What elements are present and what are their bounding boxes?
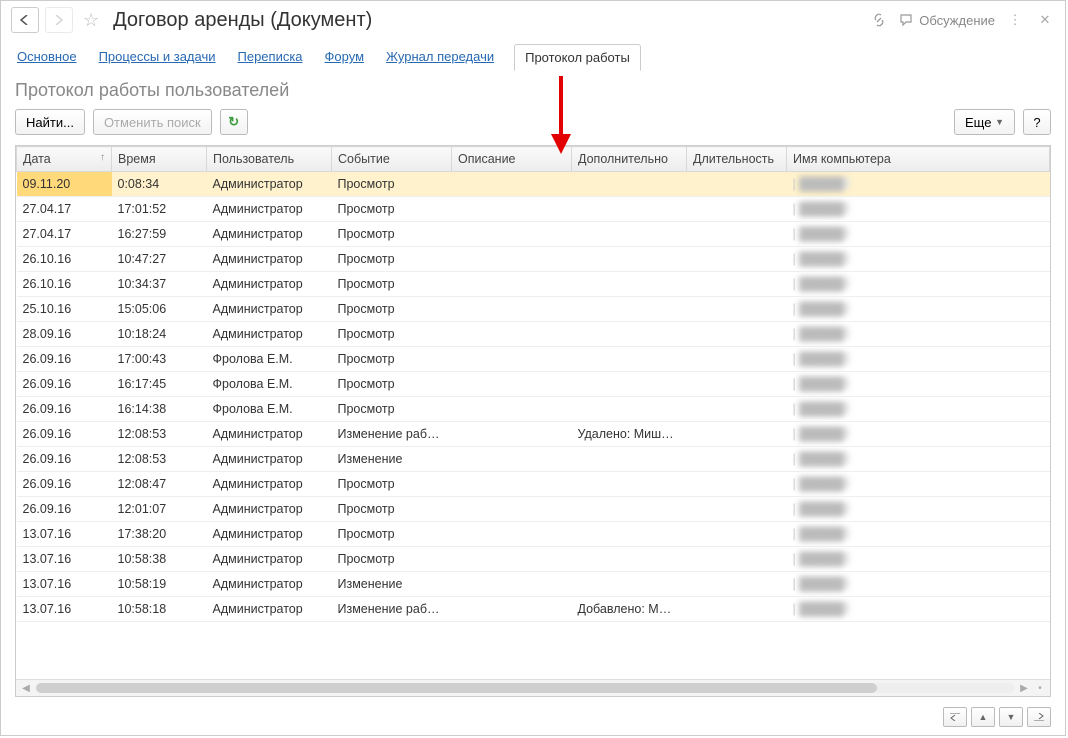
computer-name-redacted: █████ (799, 277, 849, 289)
log-table: Дата↑ Время Пользователь Событие Описани… (16, 146, 1050, 622)
col-dur[interactable]: Длительность (687, 147, 787, 172)
favorite-star-icon[interactable]: ☆ (83, 10, 99, 31)
table-row[interactable]: 26.09.1612:01:07АдминистраторПросмотр| █… (17, 497, 1050, 522)
computer-name-redacted: █████ (799, 527, 849, 539)
help-button[interactable]: ? (1023, 109, 1051, 135)
table-row[interactable]: 26.09.1617:00:43Фролова Е.М.Просмотр| ██… (17, 347, 1050, 372)
col-desc[interactable]: Описание (452, 147, 572, 172)
table-row[interactable]: 27.04.1717:01:52АдминистраторПросмотр| █… (17, 197, 1050, 222)
tab-bar: Основное Процессы и задачи Переписка Фор… (1, 39, 1065, 70)
discuss-button[interactable]: Обсуждение (899, 13, 995, 28)
computer-name-redacted: █████ (799, 577, 849, 589)
computer-name-redacted: █████ (799, 452, 849, 464)
col-extra[interactable]: Дополнительно (572, 147, 687, 172)
chevron-down-icon: ▼ (995, 117, 1004, 127)
h-scrollbar[interactable]: ◀ ▶ • (16, 679, 1050, 696)
computer-name-redacted: █████ (799, 252, 849, 264)
tab-main[interactable]: Основное (15, 43, 79, 70)
cancel-search-button[interactable]: Отменить поиск (93, 109, 212, 135)
refresh-icon: ↻ (228, 114, 239, 130)
page-down-button[interactable]: ▼ (999, 707, 1023, 727)
computer-name-redacted: █████ (799, 302, 849, 314)
page-first-button[interactable] (943, 707, 967, 727)
more-button[interactable]: Еще ▼ (954, 109, 1015, 135)
table-row[interactable]: 27.04.1716:27:59АдминистраторПросмотр| █… (17, 222, 1050, 247)
computer-name-redacted: █████ (799, 352, 849, 364)
computer-name-redacted: █████ (799, 602, 849, 614)
computer-name-redacted: █████ (799, 402, 849, 414)
table-row[interactable]: 26.10.1610:34:37АдминистраторПросмотр| █… (17, 272, 1050, 297)
col-time[interactable]: Время (112, 147, 207, 172)
computer-name-redacted: █████ (799, 202, 849, 214)
scroll-dot-icon: • (1034, 683, 1046, 694)
sort-asc-icon: ↑ (100, 152, 105, 163)
col-event[interactable]: Событие (332, 147, 452, 172)
table-row[interactable]: 26.09.1612:08:53АдминистраторИзменение| … (17, 447, 1050, 472)
computer-name-redacted: █████ (799, 477, 849, 489)
col-user[interactable]: Пользователь (207, 147, 332, 172)
computer-name-redacted: █████ (799, 502, 849, 514)
tab-correspondence[interactable]: Переписка (236, 43, 305, 70)
table-row[interactable]: 13.07.1610:58:19АдминистраторИзменение| … (17, 572, 1050, 597)
computer-name-redacted: █████ (799, 427, 849, 439)
table-row[interactable]: 26.09.1616:14:38Фролова Е.М.Просмотр| ██… (17, 397, 1050, 422)
link-icon[interactable] (869, 10, 889, 30)
tab-protocol[interactable]: Протокол работы (514, 44, 641, 71)
table-row[interactable]: 13.07.1610:58:38АдминистраторПросмотр| █… (17, 547, 1050, 572)
scroll-left-icon[interactable]: ◀ (20, 683, 32, 694)
tab-journal[interactable]: Журнал передачи (384, 43, 496, 70)
table-row[interactable]: 13.07.1610:58:18АдминистраторИзменение р… (17, 597, 1050, 622)
computer-name-redacted: █████ (799, 227, 849, 239)
computer-name-redacted: █████ (799, 327, 849, 339)
tab-forum[interactable]: Форум (323, 43, 367, 70)
close-icon[interactable]: ✕ (1035, 10, 1055, 30)
computer-name-redacted: █████ (799, 377, 849, 389)
find-button[interactable]: Найти... (15, 109, 85, 135)
table-row[interactable]: 13.07.1617:38:20АдминистраторПросмотр| █… (17, 522, 1050, 547)
table-row[interactable]: 09.11.200:08:34АдминистраторПросмотр| ██… (17, 172, 1050, 197)
col-date[interactable]: Дата↑ (17, 147, 112, 172)
table-row[interactable]: 26.09.1616:17:45Фролова Е.М.Просмотр| ██… (17, 372, 1050, 397)
table-row[interactable]: 28.09.1610:18:24АдминистраторПросмотр| █… (17, 322, 1050, 347)
page-last-button[interactable] (1027, 707, 1051, 727)
kebab-menu-icon[interactable]: ⋮ (1005, 10, 1025, 30)
col-comp[interactable]: Имя компьютера (787, 147, 1050, 172)
scroll-thumb[interactable] (36, 683, 877, 693)
section-subtitle: Протокол работы пользователей (1, 70, 1065, 109)
nav-back-button[interactable] (11, 7, 39, 33)
table-row[interactable]: 25.10.1615:05:06АдминистраторПросмотр| █… (17, 297, 1050, 322)
nav-forward-button[interactable] (45, 7, 73, 33)
table-row[interactable]: 26.09.1612:08:53АдминистраторИзменение р… (17, 422, 1050, 447)
refresh-button[interactable]: ↻ (220, 109, 248, 135)
computer-name-redacted: █████ (799, 177, 849, 189)
table-row[interactable]: 26.09.1612:08:47АдминистраторПросмотр| █… (17, 472, 1050, 497)
page-up-button[interactable]: ▲ (971, 707, 995, 727)
tab-processes[interactable]: Процессы и задачи (97, 43, 218, 70)
window-title: Договор аренды (Документ) (113, 9, 372, 32)
computer-name-redacted: █████ (799, 552, 849, 564)
table-row[interactable]: 26.10.1610:47:27АдминистраторПросмотр| █… (17, 247, 1050, 272)
scroll-right-icon[interactable]: ▶ (1018, 683, 1030, 694)
